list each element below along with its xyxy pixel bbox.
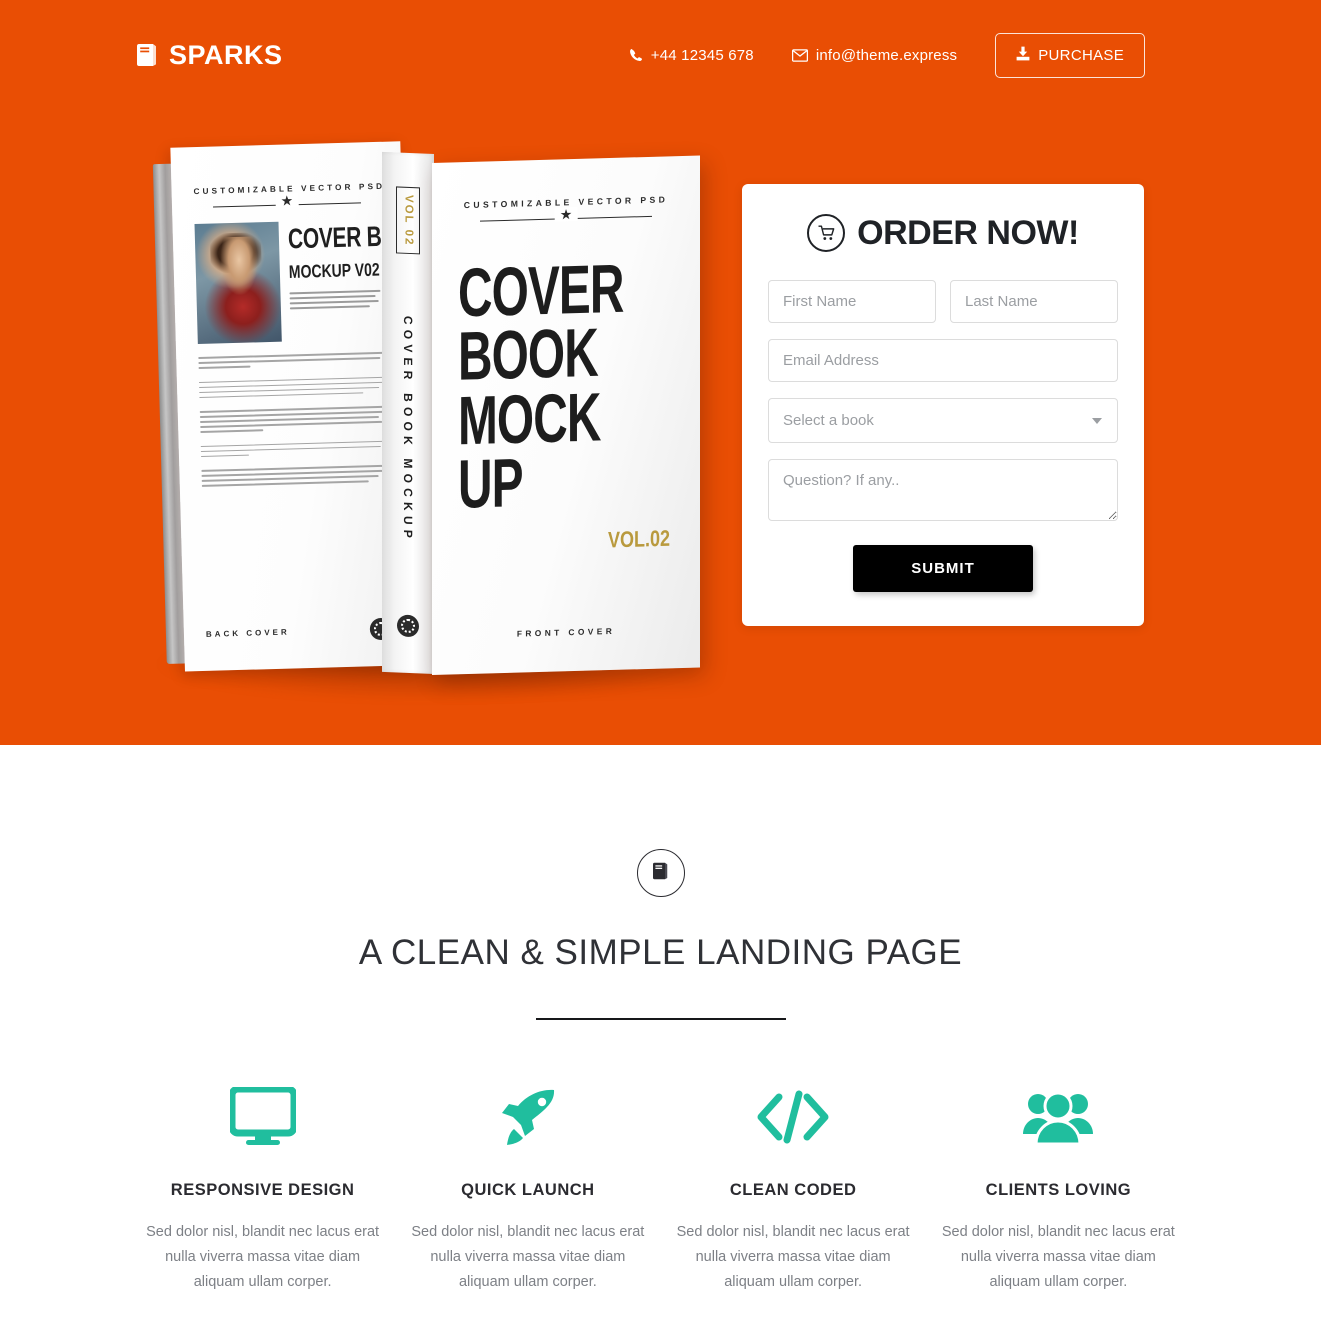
feature-item: CLIENTS LOVING Sed dolor nisl, blandit n… bbox=[926, 1085, 1191, 1295]
feature-description: Sed dolor nisl, blandit nec lacus erat n… bbox=[941, 1224, 1175, 1290]
feature-title: CLIENTS LOVING bbox=[985, 1181, 1132, 1199]
brand-logo[interactable]: SPARKS bbox=[136, 39, 283, 70]
back-cover-paragraph-4 bbox=[200, 440, 387, 458]
phone-icon bbox=[629, 48, 643, 62]
order-form-header: ORDER NOW! bbox=[768, 214, 1118, 252]
back-cover-title-2: MOCKUP V02 bbox=[288, 258, 380, 282]
envelope-icon bbox=[791, 48, 808, 62]
section-badge bbox=[636, 849, 685, 897]
back-cover-blurb bbox=[289, 289, 382, 310]
feature-item: CLEAN CODED Sed dolor nisl, blandit nec … bbox=[661, 1085, 926, 1295]
back-cover-paragraph-3 bbox=[199, 405, 387, 433]
phone-number: +44 12345 678 bbox=[650, 46, 754, 64]
hero-section: SPARKS +44 12345 678 info@theme.express … bbox=[0, 0, 1321, 745]
site-header: SPARKS +44 12345 678 info@theme.express … bbox=[0, 0, 1321, 110]
front-cover-face: CUSTOMIZABLE VECTOR PSD ★ COVER BOOK MOC… bbox=[432, 155, 700, 675]
feature-title: RESPONSIVE DESIGN bbox=[170, 1181, 355, 1199]
feature-title: QUICK LAUNCH bbox=[461, 1181, 595, 1199]
phone-contact[interactable]: +44 12345 678 bbox=[629, 47, 754, 64]
back-cover-title-1: COVER BOOK bbox=[287, 220, 415, 256]
download-icon bbox=[1016, 46, 1030, 65]
front-title-line-2: BOOK bbox=[458, 315, 598, 397]
front-volume-label: VOL.02 bbox=[607, 525, 670, 553]
feature-title: CLEAN CODED bbox=[729, 1181, 857, 1199]
book-icon bbox=[136, 43, 158, 67]
back-cover-paragraph-1 bbox=[198, 351, 385, 369]
back-cover-face: CUSTOMIZABLE VECTOR PSD ★ COVER BOOK MOC… bbox=[170, 141, 415, 672]
spine-seal-icon bbox=[397, 614, 419, 638]
front-cover-label: FRONT COVER bbox=[516, 625, 616, 639]
features-section: A CLEAN & SIMPLE LANDING PAGE RESPONSIVE… bbox=[0, 745, 1321, 1295]
rocket-icon bbox=[409, 1085, 646, 1149]
submit-button[interactable]: SUBMIT bbox=[853, 545, 1033, 592]
features-grid: RESPONSIVE DESIGN Sed dolor nisl, blandi… bbox=[0, 1085, 1321, 1295]
desktop-monitor-icon bbox=[144, 1085, 381, 1149]
front-title-line-1: COVER bbox=[458, 251, 624, 333]
first-name-input[interactable] bbox=[768, 280, 936, 323]
front-cover-book: VOL 02 COVER BOOK MOCKUP CUSTOMIZABLE VE… bbox=[382, 151, 700, 675]
logo-text: SPARKS bbox=[169, 39, 283, 70]
back-cover-paragraph-5 bbox=[201, 465, 387, 487]
back-cover-paragraph-2 bbox=[198, 376, 385, 399]
back-cover-book: CUSTOMIZABLE VECTOR PSD ★ COVER BOOK MOC… bbox=[152, 141, 415, 672]
back-cover-label: BACK COVER bbox=[205, 627, 290, 639]
front-title-line-3: MOCK bbox=[458, 379, 601, 460]
order-form-card: ORDER NOW! Select a book SUBMIT bbox=[742, 184, 1144, 626]
book-select-wrapper: Select a book bbox=[768, 398, 1118, 443]
users-group-icon bbox=[940, 1085, 1177, 1149]
header-contact-group: +44 12345 678 info@theme.express PURCHAS… bbox=[629, 32, 1145, 78]
feature-item: RESPONSIVE DESIGN Sed dolor nisl, blandi… bbox=[130, 1085, 395, 1295]
book-spine: VOL 02 COVER BOOK MOCKUP bbox=[382, 151, 434, 674]
feature-description: Sed dolor nisl, blandit nec lacus erat n… bbox=[676, 1224, 910, 1290]
purchase-button[interactable]: PURCHASE bbox=[995, 32, 1145, 78]
email-address: info@theme.express bbox=[815, 46, 958, 64]
question-textarea[interactable] bbox=[768, 459, 1118, 521]
book-mockup-image: CUSTOMIZABLE VECTOR PSD ★ COVER BOOK MOC… bbox=[150, 140, 715, 700]
spine-volume-label: VOL 02 bbox=[396, 186, 420, 255]
email-contact[interactable]: info@theme.express bbox=[791, 46, 958, 64]
book-select[interactable]: Select a book bbox=[768, 398, 1118, 443]
section-heading: A CLEAN & SIMPLE LANDING PAGE bbox=[358, 933, 963, 972]
feature-item: QUICK LAUNCH Sed dolor nisl, blandit nec… bbox=[395, 1085, 660, 1295]
section-divider bbox=[535, 1018, 786, 1020]
name-fields-row bbox=[768, 280, 1118, 323]
code-brackets-icon bbox=[675, 1085, 912, 1149]
order-form-title: ORDER NOW! bbox=[857, 214, 1079, 252]
front-star-divider: ★ bbox=[458, 202, 674, 234]
feature-description: Sed dolor nisl, blandit nec lacus erat n… bbox=[411, 1224, 645, 1290]
shopping-cart-icon bbox=[807, 214, 846, 252]
email-input[interactable] bbox=[768, 339, 1118, 382]
feature-description: Sed dolor nisl, blandit nec lacus erat n… bbox=[146, 1224, 380, 1290]
star-divider: ★ bbox=[194, 189, 381, 220]
back-cover-photo bbox=[194, 221, 282, 345]
purchase-button-label: PURCHASE bbox=[1038, 46, 1124, 64]
front-title-line-4: UP bbox=[458, 445, 523, 524]
last-name-input[interactable] bbox=[950, 280, 1118, 323]
book-icon bbox=[652, 862, 669, 885]
spine-title: COVER BOOK MOCKUP bbox=[401, 316, 415, 544]
